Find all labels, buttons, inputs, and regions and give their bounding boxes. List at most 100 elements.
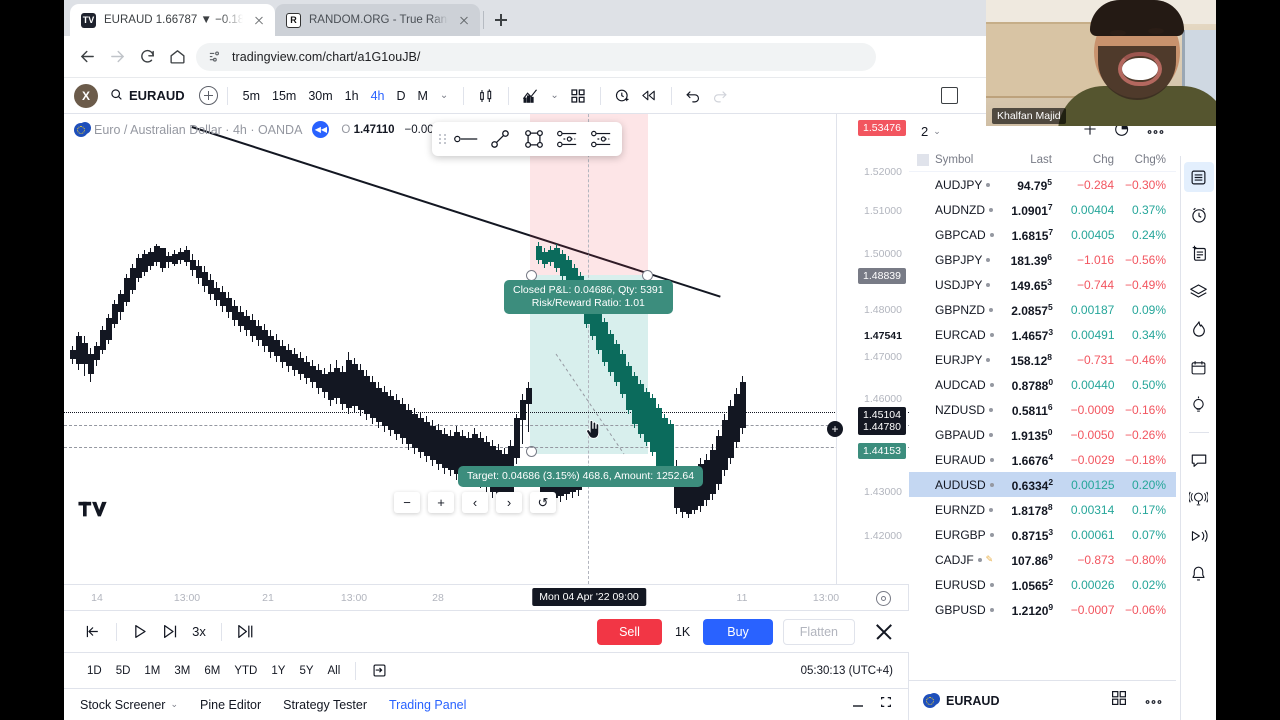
maximize-icon[interactable] [879, 695, 893, 714]
sell-button[interactable]: Sell [597, 618, 662, 645]
short-position-icon[interactable] [586, 125, 618, 153]
watchlist-row-eurnzd[interactable]: EURNZD 1.81788 0.00314 0.17% [909, 497, 1176, 522]
watchlist-row-eurusd[interactable]: EURUSD 1.05652 0.00026 0.02% [909, 572, 1176, 597]
save-layout-checkbox[interactable] [941, 87, 958, 104]
undo-icon[interactable] [681, 83, 707, 109]
timeframe-1h[interactable]: 1h [339, 89, 365, 103]
more-options-icon[interactable] [1145, 692, 1162, 710]
layouts-grid-icon[interactable] [1111, 690, 1127, 711]
close-order-bar-icon[interactable] [873, 621, 895, 643]
rewind-icon[interactable] [636, 83, 662, 109]
hotlists-icon[interactable] [1184, 276, 1214, 306]
timeframe-15m[interactable]: 15m [266, 89, 302, 103]
range-1m[interactable]: 1M [137, 665, 167, 677]
trend-line-icon[interactable] [484, 125, 516, 153]
browser-tab-tradingview[interactable]: TV EURAUD 1.66787 ▼ −0.18% [70, 4, 275, 36]
watchlist-row-gbpaud[interactable]: GBPAUD 1.91350 −0.0050 −0.26% [909, 422, 1176, 447]
range-3m[interactable]: 3M [167, 665, 197, 677]
chevron-down-icon[interactable]: ⌄ [434, 90, 454, 101]
webcam-overlay[interactable]: Khalfan Majid [986, 0, 1216, 126]
tab-stock-screener[interactable]: Stock Screener ⌄ [80, 698, 178, 712]
column-chgpct[interactable]: Chg% [1114, 154, 1166, 166]
column-chg[interactable]: Chg [1052, 154, 1114, 166]
time-axis[interactable]: 14 13:00 21 13:00 28 Mon 04 Apr '22 09:0… [64, 584, 909, 610]
flatten-button[interactable]: Flatten [782, 618, 855, 645]
timeframe-D[interactable]: D [390, 89, 411, 103]
candlestick-type-icon[interactable] [473, 83, 499, 109]
forward-icon[interactable] [102, 42, 132, 72]
watchlist-name[interactable]: 2 [921, 124, 928, 139]
drawing-toolbar-floating[interactable] [432, 122, 622, 156]
scroll-right-button[interactable]: › [496, 492, 522, 513]
rectangle-icon[interactable] [518, 125, 550, 153]
watchlist-row-usdjpy[interactable]: USDJPY 149.653 −0.744 −0.49% [909, 272, 1176, 297]
back-icon[interactable] [72, 42, 102, 72]
jump-to-start-icon[interactable] [78, 619, 108, 645]
watchlist-row-gbpusd[interactable]: GBPUSD 1.21209 −0.0007 −0.06% [909, 597, 1176, 622]
long-position-icon[interactable] [552, 125, 584, 153]
price-chart[interactable]: Euro / Australian Dollar · 4h · OANDA ◀◀… [64, 114, 909, 584]
watchlist-row-audcad[interactable]: AUDCAD 0.87880 0.00440 0.50% [909, 372, 1176, 397]
add-symbol-button[interactable] [198, 86, 218, 105]
zoom-out-button[interactable]: − [394, 492, 420, 513]
timeframe-30m[interactable]: 30m [302, 89, 338, 103]
home-icon[interactable] [162, 42, 192, 72]
redo-icon[interactable] [707, 83, 733, 109]
watchlist-row-gbpcad[interactable]: GBPCAD 1.68157 0.00405 0.24% [909, 222, 1176, 247]
range-all[interactable]: All [321, 665, 348, 677]
watchlist-row-gbpjpy[interactable]: GBPJPY 181.396 −1.016 −0.56% [909, 247, 1176, 272]
layouts-grid-icon[interactable] [565, 83, 591, 109]
watchlist-row-cadjf[interactable]: CADJF ✎ 107.869 −0.873 −0.80% [909, 547, 1176, 572]
scroll-left-button[interactable]: ‹ [462, 492, 488, 513]
column-last[interactable]: Last [992, 154, 1052, 166]
quantity-input[interactable]: 1K [662, 625, 703, 639]
collapse-legend-icon[interactable]: ◀◀ [312, 121, 330, 138]
range-6m[interactable]: 6M [197, 665, 227, 677]
symbol-search[interactable]: EURAUD [110, 88, 185, 104]
chevron-down-icon[interactable]: ⌄ [544, 90, 564, 101]
timeframe-5m[interactable]: 5m [237, 89, 266, 103]
zoom-in-button[interactable]: + [428, 492, 454, 513]
range-ytd[interactable]: YTD [227, 665, 264, 677]
ideas-icon[interactable] [1184, 390, 1214, 420]
range-1y[interactable]: 1Y [264, 665, 292, 677]
replay-alarm-icon[interactable] [610, 83, 636, 109]
watchlist-row-eurcad[interactable]: EURCAD 1.46573 0.00491 0.34% [909, 322, 1176, 347]
watchlist-row-gbpnzd[interactable]: GBPNZD 2.08575 0.00187 0.09% [909, 297, 1176, 322]
tab-strategy-tester[interactable]: Strategy Tester [283, 698, 367, 712]
watchlist-row-audjpy[interactable]: AUDJPY 94.795 −0.284 −0.30% [909, 172, 1176, 197]
watchlist-icon[interactable] [1183, 162, 1214, 192]
broadcast-icon[interactable] [1184, 483, 1214, 513]
flame-icon[interactable] [1184, 314, 1214, 344]
watchlist-row-eurgbp[interactable]: EURGBP 0.87153 0.00061 0.07% [909, 522, 1176, 547]
range-1d[interactable]: 1D [80, 665, 109, 677]
play-icon[interactable] [125, 619, 155, 645]
minimize-icon[interactable] [851, 696, 865, 714]
chat-icon[interactable] [1184, 445, 1214, 475]
close-tab-icon[interactable] [456, 12, 472, 28]
jump-to-end-icon[interactable] [230, 619, 260, 645]
reset-chart-button[interactable]: ↺ [530, 492, 556, 513]
timeframe-4h[interactable]: 4h [365, 89, 391, 103]
step-forward-icon[interactable] [155, 619, 185, 645]
horizontal-ray-icon[interactable] [450, 125, 482, 153]
playback-speed[interactable]: 3x [185, 619, 213, 645]
timeframe-M[interactable]: M [412, 89, 434, 103]
browser-tab-randomorg[interactable]: R RANDOM.ORG - True Random [275, 4, 480, 36]
watchlist-row-audusd[interactable]: AUDUSD 0.63342 0.00125 0.20% [909, 472, 1176, 497]
address-bar[interactable]: tradingview.com/chart/a1G1ouJB/ [196, 42, 876, 71]
watchlist-row-euraud[interactable]: EURAUD 1.66764 −0.0029 −0.18% [909, 447, 1176, 472]
add-order-plus-icon[interactable]: + [827, 421, 843, 437]
watchlist-row-audnzd[interactable]: AUDNZD 1.09017 0.00404 0.37% [909, 197, 1176, 222]
reload-icon[interactable] [132, 42, 162, 72]
timezone-settings-icon[interactable] [876, 591, 891, 606]
user-avatar[interactable]: X [74, 83, 98, 108]
drag-handle-icon[interactable] [436, 129, 448, 149]
date-range-icon[interactable] [364, 658, 394, 684]
watchlist-row-nzdusd[interactable]: NZDUSD 0.58116 −0.0009 −0.16% [909, 397, 1176, 422]
notifications-bell-icon[interactable] [1184, 559, 1214, 589]
chevron-down-icon[interactable]: ⌄ [170, 699, 178, 710]
chart-zoom-controls[interactable]: − + ‹ › ↺ [394, 492, 556, 513]
data-window-icon[interactable] [1184, 238, 1214, 268]
tab-pine-editor[interactable]: Pine Editor [200, 698, 261, 712]
